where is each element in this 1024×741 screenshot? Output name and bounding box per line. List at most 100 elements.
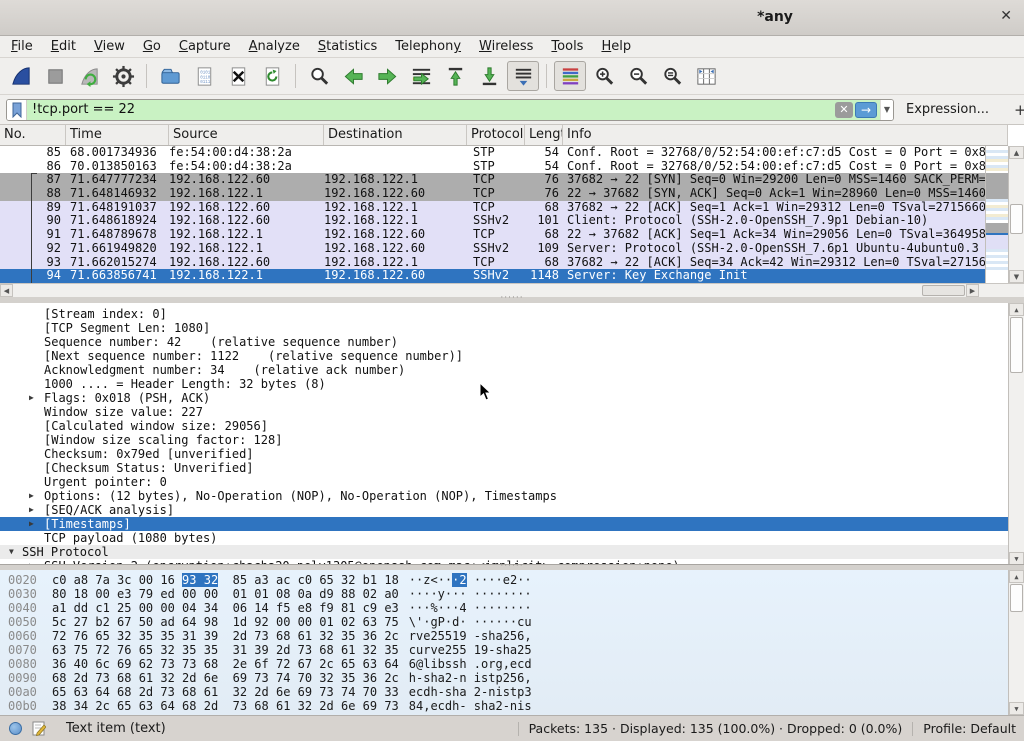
detail-line[interactable]: [Calculated window size: 29056] [0, 419, 1024, 433]
detail-line[interactable]: ▼SSH Protocol [0, 545, 1024, 559]
close-window-icon[interactable]: ✕ [1000, 8, 1012, 24]
hex-row-0020[interactable]: 0020c0 a8 7a 3c 00 16 93 32 85 a3 ac c0 … [0, 573, 1024, 587]
hex-ascii[interactable]: curve255 19-sha25 [409, 643, 532, 657]
menu-statistics[interactable]: Statistics [309, 38, 386, 55]
packet-row-94[interactable]: 9471.663856741192.168.122.1192.168.122.6… [0, 269, 1024, 283]
detail-line[interactable]: [Checksum Status: Unverified] [0, 461, 1024, 475]
save-file-button[interactable]: 010101100111 [188, 61, 220, 91]
menu-tools[interactable]: Tools [542, 38, 592, 55]
packet-row-87[interactable]: 8771.647777234192.168.122.60192.168.122.… [0, 173, 1024, 187]
packet-row-89[interactable]: 8971.648191037192.168.122.60192.168.122.… [0, 201, 1024, 215]
detail-line[interactable]: ▶[SEQ/ACK analysis] [0, 503, 1024, 517]
find-packet-button[interactable] [303, 61, 335, 91]
hex-row-00b0[interactable]: 00b038 34 2c 65 63 64 68 2d 73 68 61 32 … [0, 699, 1024, 713]
filter-dropdown-icon[interactable]: ▼ [880, 100, 893, 120]
expanded-arrow-icon[interactable]: ▼ [9, 545, 14, 559]
hex-ascii[interactable]: ··z<···2 ····e2·· [409, 573, 532, 587]
restart-capture-button[interactable] [73, 61, 105, 91]
menu-analyze[interactable]: Analyze [240, 38, 309, 55]
detail-line[interactable]: [TCP Segment Len: 1080] [0, 321, 1024, 335]
packet-row-91[interactable]: 9171.648789678192.168.122.1192.168.122.6… [0, 228, 1024, 242]
menu-capture[interactable]: Capture [170, 38, 240, 55]
zoom-out-button[interactable] [622, 61, 654, 91]
scroll-down-icon[interactable]: ▼ [1009, 552, 1024, 565]
column-header-destination[interactable]: Destination [324, 125, 467, 145]
hex-ascii[interactable]: 6@libssh .org,ecd [409, 657, 532, 671]
filter-clear-icon[interactable]: ✕ [835, 102, 853, 118]
column-header-info[interactable]: Info [563, 125, 1008, 145]
hex-bytes[interactable]: 65 63 64 68 2d 73 68 61 32 2d 6e 69 73 7… [52, 685, 399, 699]
packet-row-85[interactable]: 8568.001734936fe:54:00:d4:38:2aSTP54Conf… [0, 146, 1024, 160]
hex-bytes[interactable]: 5c 27 b2 67 50 ad 64 98 1d 92 00 00 01 0… [52, 615, 399, 629]
menu-view[interactable]: View [85, 38, 134, 55]
hex-ascii[interactable]: h-sha2-n istp256, [409, 671, 532, 685]
scroll-up-icon[interactable]: ▲ [1009, 303, 1024, 316]
detail-line[interactable]: TCP payload (1080 bytes) [0, 531, 1024, 545]
hex-row-00a0[interactable]: 00a065 63 64 68 2d 73 68 61 32 2d 6e 69 … [0, 685, 1024, 699]
hex-bytes[interactable]: 68 2d 73 68 61 32 2d 6e 69 73 74 70 32 3… [52, 671, 399, 685]
hex-ascii[interactable]: rve25519 -sha256, [409, 629, 532, 643]
hex-row-0070[interactable]: 007063 75 72 76 65 32 35 35 31 39 2d 73 … [0, 643, 1024, 657]
scroll-up-icon[interactable]: ▲ [1009, 570, 1024, 583]
hex-ascii[interactable]: \'·gP·d· ······cu [409, 615, 532, 629]
detail-line[interactable]: Window size value: 227 [0, 405, 1024, 419]
detail-line[interactable]: Checksum: 0x79ed [unverified] [0, 447, 1024, 461]
packet-list-vscrollbar[interactable]: ▲ ▼ [1008, 146, 1024, 283]
scrollbar-thumb[interactable] [1010, 584, 1023, 612]
capture-file-properties-icon[interactable] [9, 722, 22, 735]
capture-options-button[interactable] [107, 61, 139, 91]
hex-bytes[interactable]: 36 40 6c 69 62 73 73 68 2e 6f 72 67 2c 6… [52, 657, 399, 671]
collapsed-arrow-icon[interactable]: ▶ [29, 517, 34, 531]
packet-row-88[interactable]: 8871.648146932192.168.122.1192.168.122.6… [0, 187, 1024, 201]
filter-bookmark-icon[interactable] [7, 100, 27, 120]
stop-capture-button[interactable] [39, 61, 71, 91]
packet-row-92[interactable]: 9271.661949820192.168.122.1192.168.122.6… [0, 242, 1024, 256]
close-file-button[interactable] [222, 61, 254, 91]
auto-scroll-button[interactable] [507, 61, 539, 91]
collapsed-arrow-icon[interactable]: ▶ [29, 503, 34, 517]
hex-row-0040[interactable]: 0040a1 dd c1 25 00 00 04 34 06 14 f5 e8 … [0, 601, 1024, 615]
menu-telephony[interactable]: Telephony [386, 38, 470, 55]
collapsed-arrow-icon[interactable]: ▶ [29, 391, 34, 405]
packet-row-93[interactable]: 9371.662015274192.168.122.60192.168.122.… [0, 256, 1024, 270]
detail-line[interactable]: ▶[Timestamps] [0, 517, 1024, 531]
filter-apply-icon[interactable]: → [855, 102, 877, 118]
detail-line[interactable]: ▶Options: (12 bytes), No-Operation (NOP)… [0, 489, 1024, 503]
hex-ascii[interactable]: ····y··· ········ [409, 587, 532, 601]
detail-line[interactable]: 1000 .... = Header Length: 32 bytes (8) [0, 377, 1024, 391]
hex-bytes[interactable]: 63 75 72 76 65 32 35 35 31 39 2d 73 68 6… [52, 643, 399, 657]
go-first-button[interactable] [439, 61, 471, 91]
expression-button[interactable]: Expression... [906, 102, 989, 117]
menu-edit[interactable]: Edit [42, 38, 85, 55]
detail-line[interactable]: Acknowledgment number: 34 (relative ack … [0, 363, 1024, 377]
reload-file-button[interactable] [256, 61, 288, 91]
resize-columns-button[interactable] [690, 61, 722, 91]
scroll-down-icon[interactable]: ▼ [1009, 270, 1024, 283]
hex-bytes[interactable]: 38 34 2c 65 63 64 68 2d 73 68 61 32 2d 6… [52, 699, 399, 713]
zoom-reset-button[interactable] [656, 61, 688, 91]
hex-row-0060[interactable]: 006072 76 65 32 35 35 31 39 2d 73 68 61 … [0, 629, 1024, 643]
menu-file[interactable]: File [2, 38, 42, 55]
hex-row-0080[interactable]: 008036 40 6c 69 62 73 73 68 2e 6f 72 67 … [0, 657, 1024, 671]
open-file-button[interactable] [154, 61, 186, 91]
menu-help[interactable]: Help [592, 38, 640, 55]
detail-line[interactable]: [Next sequence number: 1122 (relative se… [0, 349, 1024, 363]
display-filter-input[interactable] [27, 100, 835, 120]
go-last-button[interactable] [473, 61, 505, 91]
hex-row-0050[interactable]: 00505c 27 b2 67 50 ad 64 98 1d 92 00 00 … [0, 615, 1024, 629]
go-to-packet-button[interactable] [405, 61, 437, 91]
menu-wireless[interactable]: Wireless [470, 38, 542, 55]
scroll-right-icon[interactable]: ▶ [966, 284, 979, 297]
hex-bytes[interactable]: 80 18 00 e3 79 ed 00 00 01 01 08 0a d9 8… [52, 587, 399, 601]
packet-row-90[interactable]: 9071.648618924192.168.122.60192.168.122.… [0, 214, 1024, 228]
colorize-button[interactable] [554, 61, 586, 91]
details-vscrollbar[interactable]: ▲ ▼ [1008, 303, 1024, 565]
collapsed-arrow-icon[interactable]: ▶ [29, 489, 34, 503]
scroll-up-icon[interactable]: ▲ [1009, 146, 1024, 159]
packet-row-86[interactable]: 8670.013850163fe:54:00:d4:38:2aSTP54Conf… [0, 160, 1024, 174]
scroll-left-icon[interactable]: ◀ [0, 284, 13, 297]
profile-text[interactable]: Profile: Default [923, 721, 1016, 736]
detail-line[interactable]: ▶Flags: 0x018 (PSH, ACK) [0, 391, 1024, 405]
detail-line[interactable]: [Window size scaling factor: 128] [0, 433, 1024, 447]
detail-line[interactable]: Sequence number: 42 (relative sequence n… [0, 335, 1024, 349]
